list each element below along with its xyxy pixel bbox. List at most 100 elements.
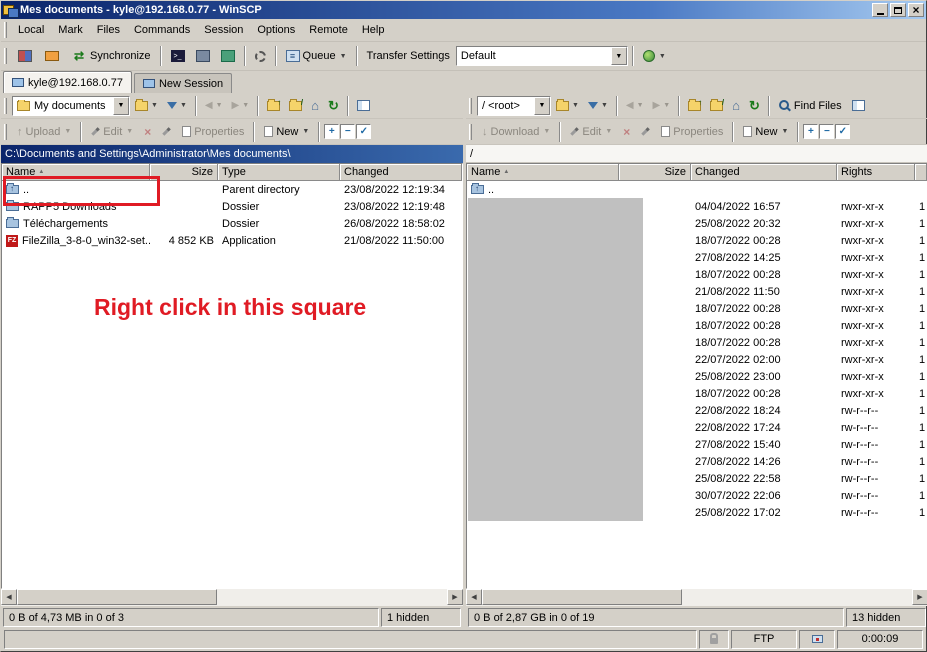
local-invert-selection-button[interactable]: ✓	[356, 124, 371, 139]
remote-back-button[interactable]: ◀▼	[622, 95, 648, 116]
queue-button[interactable]: ≡Queue▼	[281, 45, 352, 67]
remote-unselect-button[interactable]: −	[819, 124, 834, 139]
tab-new-session[interactable]: New Session	[134, 73, 232, 93]
file-rights: rwxr-xr-x	[837, 283, 915, 300]
toolbar-separator	[356, 46, 358, 66]
local-select-button[interactable]: +	[324, 124, 339, 139]
scroll-left-icon[interactable]: ◀	[1, 589, 17, 605]
menu-item-local[interactable]: Local	[11, 21, 51, 39]
putty-button[interactable]	[191, 45, 215, 67]
remote-select-button[interactable]: +	[803, 124, 818, 139]
remote-invert-selection-button[interactable]: ✓	[835, 124, 850, 139]
remote-delete-button[interactable]: ×	[618, 121, 635, 143]
remote-open-directory-button[interactable]: ▼	[552, 95, 583, 116]
menu-item-files[interactable]: Files	[90, 21, 127, 39]
synchronize-browsing-button[interactable]	[39, 45, 65, 67]
file-changed: 27/08/2022 14:25	[691, 249, 837, 266]
tab-session[interactable]: kyle@192.168.0.77	[3, 71, 132, 93]
remote-root-directory-button[interactable]: /	[706, 95, 727, 116]
column-header-type[interactable]: Type	[218, 164, 340, 181]
scrollbar-thumb[interactable]	[17, 589, 217, 605]
column-header-owner[interactable]	[915, 164, 927, 181]
minimize-button[interactable]	[872, 3, 888, 17]
toolbar-grip[interactable]	[469, 124, 472, 140]
local-delete-button[interactable]: ×	[139, 121, 156, 143]
column-header-changed[interactable]: Changed	[691, 164, 837, 181]
remote-tree-button[interactable]	[848, 95, 869, 116]
remote-home-button[interactable]: ⌂	[728, 95, 744, 116]
scroll-right-icon[interactable]: ▶	[447, 589, 463, 605]
remote-path-bar[interactable]: /	[466, 145, 927, 163]
close-button[interactable]: ×	[908, 3, 924, 17]
column-header-name[interactable]: Name▲	[467, 164, 619, 181]
local-unselect-button[interactable]: −	[340, 124, 355, 139]
scrollbar-track[interactable]	[217, 589, 447, 606]
chevron-down-icon[interactable]: ▼	[113, 97, 129, 115]
menu-item-mark[interactable]: Mark	[51, 21, 89, 39]
column-header-rights[interactable]: Rights	[837, 164, 915, 181]
remote-refresh-button[interactable]: ↻	[745, 95, 764, 116]
local-forward-button[interactable]: ▶▼	[228, 95, 254, 116]
toolbar-grip[interactable]	[4, 48, 7, 64]
column-header-size[interactable]: Size	[619, 164, 691, 181]
local-properties-button[interactable]: Properties	[177, 121, 249, 143]
transfer-settings-select[interactable]: Default ▼	[456, 46, 628, 66]
scrollbar-track[interactable]	[682, 589, 912, 606]
local-home-button[interactable]: ⌂	[307, 95, 323, 116]
local-refresh-button[interactable]: ↻	[324, 95, 343, 116]
remote-new-button[interactable]: New▼	[738, 121, 793, 143]
remote-rename-button[interactable]	[636, 121, 655, 143]
chevron-down-icon[interactable]: ▼	[534, 97, 550, 115]
maximize-button[interactable]	[890, 3, 906, 17]
scroll-left-icon[interactable]: ◀	[466, 589, 482, 605]
parent-directory-icon: ↑	[267, 101, 280, 111]
upload-button[interactable]: ↑Upload▼	[12, 121, 76, 143]
toolbar-grip[interactable]	[4, 22, 7, 38]
remote-file-row[interactable]: ..	[467, 181, 927, 198]
local-new-button[interactable]: New▼	[259, 121, 314, 143]
chevron-down-icon[interactable]: ▼	[611, 47, 627, 65]
scrollbar-thumb[interactable]	[482, 589, 682, 605]
find-files-button[interactable]: Find Files	[774, 95, 847, 117]
toolbar-grip[interactable]	[4, 124, 7, 140]
explore-button[interactable]	[216, 45, 240, 67]
menu-item-options[interactable]: Options	[250, 21, 302, 39]
menu-item-session[interactable]: Session	[197, 21, 250, 39]
scroll-right-icon[interactable]: ▶	[912, 589, 927, 605]
remote-edit-button[interactable]: Edit▼	[565, 121, 617, 143]
menu-item-commands[interactable]: Commands	[127, 21, 197, 39]
file-rights: rwxr-xr-x	[837, 334, 915, 351]
remote-parent-directory-button[interactable]: ↑	[684, 95, 705, 116]
console-button[interactable]: >_	[166, 45, 190, 67]
local-file-row[interactable]: FZFileZilla_3-8-0_win32-set...4 852 KBAp…	[2, 232, 462, 249]
download-button[interactable]: ↓Download▼	[477, 121, 555, 143]
menu-item-remote[interactable]: Remote	[302, 21, 355, 39]
remote-properties-button[interactable]: Properties	[656, 121, 728, 143]
remote-forward-button[interactable]: ▶▼	[649, 95, 675, 116]
local-parent-directory-button[interactable]: ↑	[263, 95, 284, 116]
synchronize-button[interactable]: ⇄Synchronize	[66, 45, 156, 67]
local-root-directory-button[interactable]: /	[285, 95, 306, 116]
remote-drive-select[interactable]: / <root> ▼	[477, 96, 551, 116]
local-path-bar[interactable]: C:\Documents and Settings\Administrator\…	[1, 145, 463, 163]
menu-item-help[interactable]: Help	[355, 21, 392, 39]
session-settings-button[interactable]: ▼	[638, 45, 671, 67]
file-changed: 18/07/2022 00:28	[691, 317, 837, 334]
column-header-changed[interactable]: Changed	[340, 164, 462, 181]
local-horizontal-scrollbar[interactable]: ◀ ▶	[1, 589, 463, 606]
column-header-size[interactable]: Size	[150, 164, 218, 181]
toolbar-grip[interactable]	[469, 98, 472, 114]
local-file-row[interactable]: TéléchargementsDossier26/08/2022 18:58:0…	[2, 215, 462, 232]
remote-horizontal-scrollbar[interactable]: ◀ ▶	[466, 589, 927, 606]
local-open-directory-button[interactable]: ▼	[131, 95, 162, 116]
compare-directories-button[interactable]	[12, 45, 38, 67]
local-drive-select[interactable]: My documents ▼	[12, 96, 130, 116]
local-edit-button[interactable]: Edit▼	[86, 121, 138, 143]
toolbar-grip[interactable]	[4, 98, 7, 114]
preferences-button[interactable]	[250, 45, 271, 67]
local-tree-button[interactable]	[353, 95, 374, 116]
local-back-button[interactable]: ◀▼	[201, 95, 227, 116]
local-rename-button[interactable]	[157, 121, 176, 143]
remote-filter-button[interactable]: ▼	[584, 95, 612, 116]
local-filter-button[interactable]: ▼	[163, 95, 191, 116]
